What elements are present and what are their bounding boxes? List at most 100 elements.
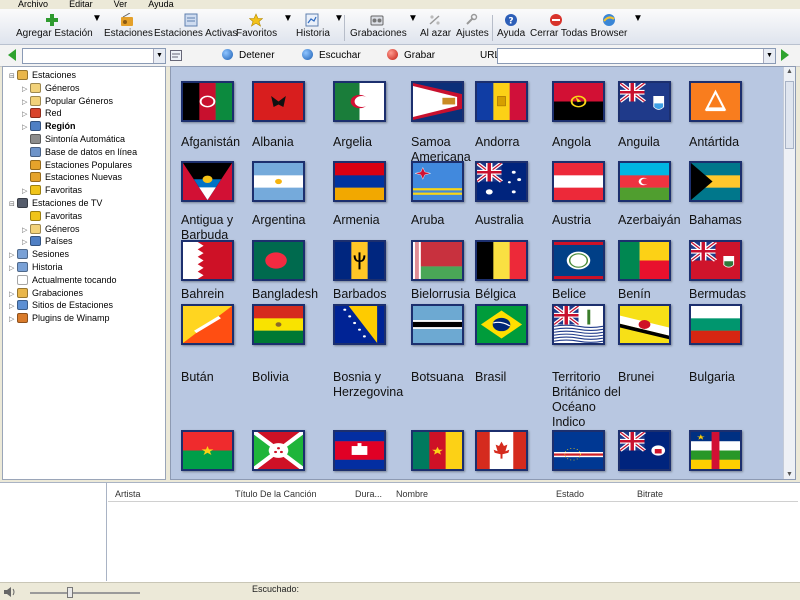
tree-item[interactable]: Base de datos en línea bbox=[22, 146, 137, 158]
address-bar: ▼ Detener Escuchar Grabar URL ▼ bbox=[0, 45, 800, 67]
help-label: Ayuda bbox=[497, 28, 526, 39]
volume-slider-track[interactable] bbox=[30, 592, 140, 594]
url-dropdown-icon[interactable]: ▼ bbox=[763, 49, 775, 63]
tree-item[interactable]: ▷ Historia bbox=[9, 261, 63, 273]
menu-editar[interactable]: Editar bbox=[69, 0, 93, 9]
tree-item[interactable]: ▷ Red bbox=[22, 107, 62, 119]
random-button[interactable]: Al azar bbox=[420, 13, 451, 43]
country-tile[interactable] bbox=[542, 415, 618, 479]
column-artist[interactable]: Artista bbox=[115, 489, 141, 499]
close-all-button[interactable]: Cerrar Todas bbox=[530, 13, 588, 43]
radio-icon bbox=[30, 172, 41, 183]
country-tile[interactable]: Bután bbox=[171, 289, 247, 429]
bhutan-flag bbox=[181, 304, 234, 345]
help-button[interactable]: ? Ayuda bbox=[497, 13, 525, 43]
country-tile[interactable]: Territorio Británico del Océano Indico bbox=[542, 289, 621, 429]
recordings-dropdown-icon[interactable]: ▼ bbox=[408, 13, 418, 43]
menu-archivo[interactable]: Archivo bbox=[18, 0, 48, 9]
tree-item[interactable]: ▷ Popular Géneros bbox=[22, 95, 113, 107]
tree-item[interactable]: ▷ Países bbox=[22, 235, 73, 247]
url-input[interactable]: ▼ bbox=[497, 48, 776, 64]
browser-dropdown-icon[interactable]: ▼ bbox=[633, 13, 643, 43]
vertical-scrollbar[interactable]: ▲ ▼ bbox=[783, 67, 795, 479]
tree-item[interactable]: ▷ Sitios de Estaciones bbox=[9, 299, 113, 311]
globe-icon bbox=[30, 236, 41, 247]
add-station-button[interactable]: Agregar Estación bbox=[16, 13, 93, 43]
tree-item[interactable]: ▷ Plugins de Winamp bbox=[9, 312, 110, 324]
tree-item[interactable]: Estaciones Populares bbox=[22, 159, 132, 171]
country-tile[interactable] bbox=[465, 415, 541, 479]
scroll-thumb[interactable] bbox=[785, 81, 794, 149]
go-arrow-icon[interactable] bbox=[781, 49, 789, 61]
canada-flag bbox=[475, 430, 528, 471]
country-tile[interactable] bbox=[323, 415, 399, 479]
scroll-down-icon[interactable]: ▼ bbox=[786, 471, 793, 478]
stations-button[interactable]: Estaciones bbox=[104, 13, 153, 43]
close-all-label: Cerrar Todas bbox=[530, 28, 588, 39]
tree-item[interactable]: Actualmente tocando bbox=[9, 274, 117, 286]
country-tile[interactable] bbox=[608, 415, 684, 479]
favorites-button[interactable]: Favoritos bbox=[236, 13, 277, 43]
active-stations-button[interactable]: Estaciones Activas bbox=[154, 13, 237, 43]
tree-expander-icon[interactable]: ⊟ bbox=[9, 199, 17, 211]
history-button[interactable]: Historia bbox=[296, 13, 330, 43]
speaker-icon[interactable] bbox=[4, 587, 16, 597]
column-name[interactable]: Nombre bbox=[396, 489, 428, 499]
column-song-title[interactable]: Título De la Canción bbox=[235, 489, 317, 499]
menu-ayuda[interactable]: Ayuda bbox=[148, 0, 173, 9]
column-status[interactable]: Estado bbox=[556, 489, 584, 499]
column-duration[interactable]: Dura... bbox=[355, 489, 382, 499]
country-tile[interactable]: Brunei bbox=[608, 289, 684, 429]
tree-item[interactable]: ⊟ Estaciones de TV bbox=[9, 197, 102, 209]
country-tile[interactable]: Brasil bbox=[465, 289, 541, 429]
country-tile[interactable]: Bolivia bbox=[242, 289, 318, 429]
toolbar-separator bbox=[492, 15, 493, 41]
belgium-flag bbox=[475, 240, 528, 281]
tree-item[interactable]: Favoritas bbox=[22, 210, 82, 222]
scroll-up-icon[interactable]: ▲ bbox=[786, 68, 793, 75]
back-arrow-icon[interactable] bbox=[8, 49, 16, 61]
country-tile[interactable] bbox=[679, 415, 755, 479]
tree-item[interactable]: ⊟ Estaciones bbox=[9, 69, 76, 81]
tree-expander-icon[interactable]: ▷ bbox=[9, 314, 17, 326]
folder-icon bbox=[30, 223, 41, 234]
history-dropdown-icon[interactable]: ▼ bbox=[334, 13, 344, 43]
tree-item[interactable]: ▷ Región bbox=[22, 120, 76, 132]
station-combo[interactable]: ▼ bbox=[22, 48, 166, 64]
tree-item[interactable]: ▷ Géneros bbox=[22, 82, 80, 94]
tree-item[interactable]: ▷ Favoritas bbox=[22, 184, 82, 196]
tree-item[interactable]: ▷ Grabaciones bbox=[9, 287, 83, 299]
country-tile[interactable] bbox=[171, 415, 247, 479]
tree-item-label: Historia bbox=[32, 262, 63, 272]
listen-button[interactable]: Escuchar bbox=[302, 49, 361, 63]
tree-item[interactable]: ▷ Sesiones bbox=[9, 248, 69, 260]
record-button[interactable]: Grabar bbox=[387, 49, 435, 63]
country-tile[interactable] bbox=[242, 415, 318, 479]
star-icon bbox=[30, 185, 41, 196]
country-tile[interactable]: Bosnia y Herzegovina bbox=[323, 289, 403, 429]
volume-slider-knob[interactable] bbox=[67, 587, 73, 598]
menu-ver[interactable]: Ver bbox=[114, 0, 128, 9]
settings-button[interactable]: Ajustes bbox=[456, 13, 489, 43]
browser-button[interactable]: Browser bbox=[590, 13, 628, 43]
tree-item-label: Favoritas bbox=[45, 185, 83, 196]
column-bitrate[interactable]: Bitrate bbox=[637, 489, 663, 499]
tree-item-label: Red bbox=[45, 108, 62, 119]
favorites-dropdown-icon[interactable]: ▼ bbox=[283, 13, 293, 43]
stations-label: Estaciones bbox=[104, 28, 153, 39]
stop-button[interactable]: Detener bbox=[222, 49, 275, 63]
antarctica-flag bbox=[689, 81, 742, 122]
tree-item[interactable]: ▷ Géneros bbox=[22, 223, 80, 235]
country-tile[interactable]: Bulgaria bbox=[679, 289, 755, 429]
tree-item[interactable]: Sintonía Automática bbox=[22, 133, 125, 145]
add-station-dropdown-icon[interactable]: ▼ bbox=[92, 13, 102, 43]
recordings-button[interactable]: Grabaciones bbox=[350, 13, 407, 43]
stop-icon bbox=[222, 49, 233, 60]
history-label: Historia bbox=[296, 28, 330, 39]
tree-item[interactable]: Estaciones Nuevas bbox=[22, 171, 122, 183]
search-station-icon[interactable] bbox=[170, 50, 182, 61]
chevron-down-icon[interactable]: ▼ bbox=[153, 49, 165, 63]
cape-verde-flag bbox=[552, 430, 605, 471]
burkina-faso-flag bbox=[181, 430, 234, 471]
tree-expander-icon[interactable]: ⊟ bbox=[9, 71, 17, 83]
